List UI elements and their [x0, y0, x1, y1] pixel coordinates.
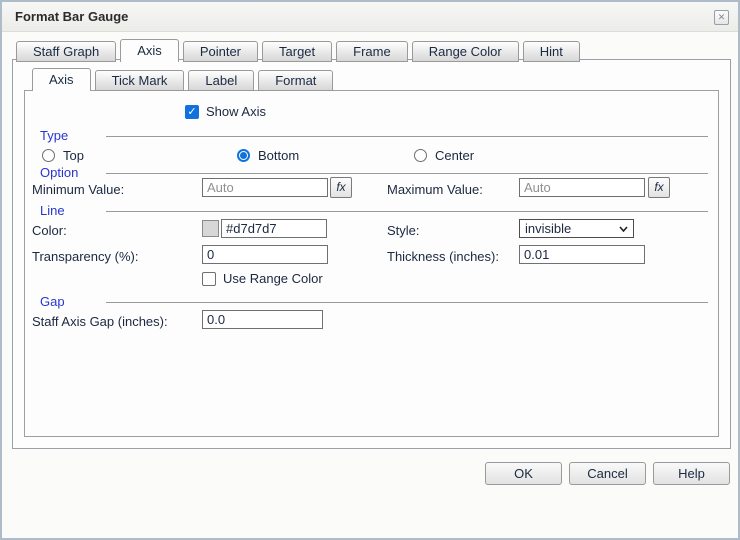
- help-button[interactable]: Help: [653, 462, 730, 485]
- subtab-label[interactable]: Label: [188, 70, 254, 91]
- section-divider: [106, 136, 708, 137]
- minimum-value-input[interactable]: [202, 178, 328, 197]
- minimum-value-label: Minimum Value:: [32, 182, 124, 197]
- tab-frame[interactable]: Frame: [336, 41, 408, 62]
- transparency-input[interactable]: [202, 245, 328, 264]
- tab-hint[interactable]: Hint: [523, 41, 580, 62]
- radio-center[interactable]: [414, 149, 427, 162]
- maximum-value-fx-button[interactable]: fx: [648, 177, 670, 198]
- ok-button[interactable]: OK: [485, 462, 562, 485]
- minimum-value-fx-button[interactable]: fx: [330, 177, 352, 198]
- color-swatch[interactable]: [202, 220, 219, 237]
- dialog-title: Format Bar Gauge: [15, 2, 128, 32]
- thickness-label: Thickness (inches):: [387, 249, 499, 264]
- tab-staff-graph[interactable]: Staff Graph: [16, 41, 116, 62]
- radio-center-label: Center: [435, 148, 474, 163]
- style-select[interactable]: invisible: [519, 219, 634, 238]
- style-select-value: invisible: [525, 221, 571, 236]
- format-bar-gauge-dialog: Format Bar Gauge ✕ Staff Graph Axis Poin…: [0, 0, 740, 540]
- radio-top[interactable]: [42, 149, 55, 162]
- cancel-button[interactable]: Cancel: [569, 462, 646, 485]
- tab-range-color[interactable]: Range Color: [412, 41, 519, 62]
- subtab-tick-mark[interactable]: Tick Mark: [95, 70, 185, 91]
- tab-axis[interactable]: Axis: [120, 39, 179, 62]
- type-option-center[interactable]: Center: [414, 148, 474, 163]
- show-axis-row: ✓ Show Axis: [185, 104, 266, 119]
- option-section-label: Option: [40, 165, 106, 180]
- type-section-header: Type: [40, 128, 708, 143]
- line-section-label: Line: [40, 203, 106, 218]
- color-value-input[interactable]: [221, 219, 327, 238]
- close-icon[interactable]: ✕: [714, 10, 729, 25]
- use-range-color-row: Use Range Color: [202, 271, 323, 286]
- section-divider: [106, 173, 708, 174]
- chevron-down-icon: [619, 226, 628, 232]
- radio-bottom[interactable]: [237, 149, 250, 162]
- use-range-color-checkbox[interactable]: [202, 272, 216, 286]
- radio-bottom-label: Bottom: [258, 148, 299, 163]
- tab-pointer[interactable]: Pointer: [183, 41, 258, 62]
- maximum-value-input[interactable]: [519, 178, 645, 197]
- thickness-input[interactable]: [519, 245, 645, 264]
- subtab-axis[interactable]: Axis: [32, 68, 91, 91]
- gap-section-header: Gap: [40, 294, 708, 309]
- section-divider: [106, 302, 708, 303]
- use-range-color-label: Use Range Color: [223, 271, 323, 286]
- subtab-format[interactable]: Format: [258, 70, 333, 91]
- staff-axis-gap-label: Staff Axis Gap (inches):: [32, 314, 168, 329]
- main-tab-bar: Staff Graph Axis Pointer Target Frame Ra…: [16, 39, 580, 62]
- type-option-bottom[interactable]: Bottom: [237, 148, 299, 163]
- maximum-value-label: Maximum Value:: [387, 182, 483, 197]
- radio-top-label: Top: [63, 148, 84, 163]
- color-label: Color:: [32, 223, 67, 238]
- section-divider: [106, 211, 708, 212]
- line-section-header: Line: [40, 203, 708, 218]
- type-section-label: Type: [40, 128, 106, 143]
- style-label: Style:: [387, 223, 420, 238]
- show-axis-label: Show Axis: [206, 104, 266, 119]
- transparency-label: Transparency (%):: [32, 249, 138, 264]
- type-option-top[interactable]: Top: [42, 148, 84, 163]
- staff-axis-gap-input[interactable]: [202, 310, 323, 329]
- gap-section-label: Gap: [40, 294, 106, 309]
- sub-tab-bar: Axis Tick Mark Label Format: [32, 68, 333, 91]
- show-axis-checkbox[interactable]: ✓: [185, 105, 199, 119]
- dialog-titlebar: Format Bar Gauge ✕: [2, 2, 738, 32]
- tab-target[interactable]: Target: [262, 41, 332, 62]
